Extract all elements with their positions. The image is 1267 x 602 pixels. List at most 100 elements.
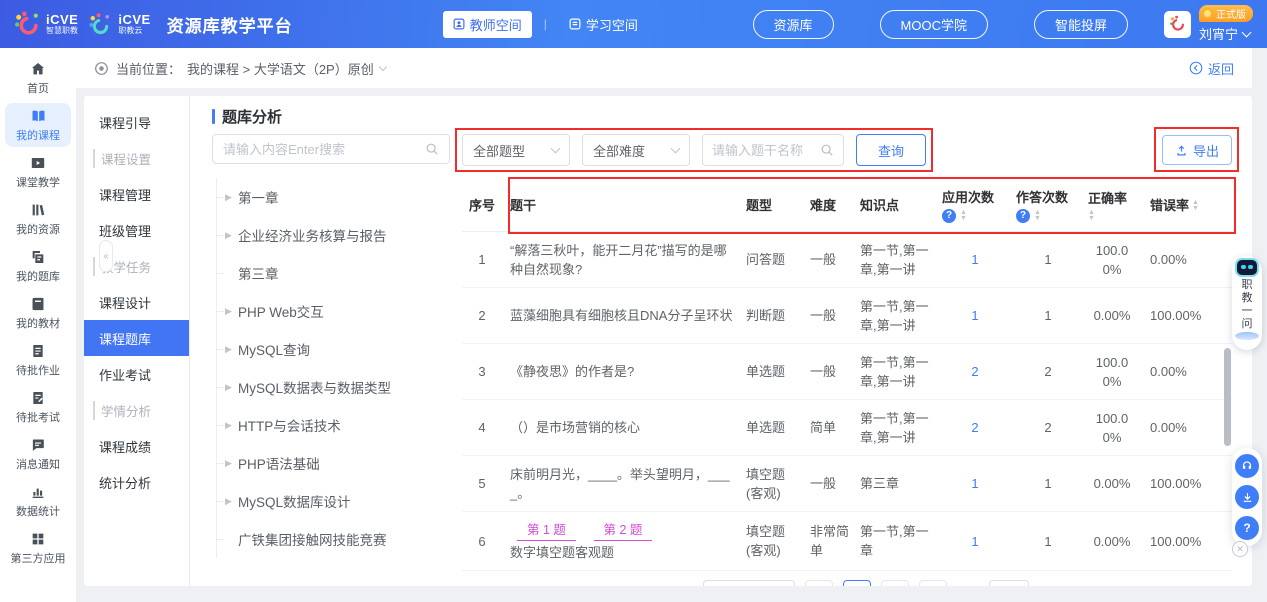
filter-group: 全部题型 全部难度 查询 bbox=[462, 134, 926, 166]
prev-page-button[interactable]: ‹ bbox=[805, 580, 833, 586]
apply-count-link[interactable]: 1 bbox=[971, 476, 978, 491]
chapter-node[interactable]: ▶MySQL数据表与数据类型 bbox=[225, 368, 450, 406]
logo-icve-zhihuizhijiao: iCVE 智慧职教 bbox=[14, 11, 78, 38]
question-table: 序号 题干 题型 难度 知识点 应用次数 ? ▲▼ bbox=[462, 180, 1232, 571]
sidebar-item-my-question-bank[interactable]: 我的题库 bbox=[5, 244, 71, 288]
page-button-1[interactable]: 1 bbox=[843, 580, 871, 586]
sidebar-item-my-courses[interactable]: 我的课程 bbox=[5, 103, 71, 147]
apply-count-link[interactable]: 2 bbox=[971, 420, 978, 435]
close-float-button[interactable]: ✕ bbox=[1232, 541, 1248, 557]
cell-difficulty: 一般 bbox=[810, 354, 860, 389]
apply-count-link[interactable]: 1 bbox=[971, 534, 978, 549]
cell-seq: 3 bbox=[462, 354, 510, 389]
logo-sub: 职教云 bbox=[118, 26, 150, 35]
vertical-scrollbar[interactable] bbox=[1224, 348, 1231, 446]
upload-icon bbox=[1175, 144, 1188, 157]
cell-error-rate: 0.00% bbox=[1150, 242, 1222, 277]
difficulty-select[interactable]: 全部难度 bbox=[582, 134, 690, 166]
nav-teacher-space[interactable]: 教师空间 bbox=[443, 11, 532, 38]
help-icon[interactable]: ? bbox=[1016, 209, 1030, 223]
export-button[interactable]: 导出 bbox=[1162, 135, 1232, 165]
chapter-node[interactable]: ▶企业经济业务核算与报告 bbox=[225, 216, 450, 254]
goto-page-input[interactable] bbox=[989, 580, 1029, 586]
query-button[interactable]: 查询 bbox=[856, 134, 926, 166]
sort-toggle[interactable]: ▲▼ bbox=[1034, 210, 1041, 222]
expand-caret-icon[interactable]: ▶ bbox=[225, 230, 232, 241]
sort-toggle[interactable]: ▲▼ bbox=[1192, 200, 1199, 212]
submenu-item-course-design[interactable]: 课程设计 bbox=[84, 284, 189, 320]
sidebar-item-data-statistics[interactable]: 数据统计 bbox=[5, 479, 71, 523]
search-icon[interactable] bbox=[425, 142, 439, 156]
question-type-select[interactable]: 全部题型 bbox=[462, 134, 570, 166]
stem-search-input[interactable] bbox=[712, 143, 820, 158]
sidebar-item-homework-to-grade[interactable]: 待批作业 bbox=[5, 338, 71, 382]
search-icon[interactable] bbox=[820, 143, 834, 157]
breadcrumb-path[interactable]: 我的课程 > 大学语文（2P）原创 bbox=[187, 59, 374, 78]
sidebar-item-message-notifications[interactable]: 消息通知 bbox=[5, 432, 71, 476]
quick-link-mooc[interactable]: MOOC学院 bbox=[880, 10, 988, 39]
quick-link-smart-cast[interactable]: 智能投屏 bbox=[1034, 10, 1128, 39]
assistant-label: 职教一问 bbox=[1241, 279, 1253, 331]
col-seq: 序号 bbox=[462, 197, 510, 214]
breadcrumb-prefix: 当前位置： bbox=[116, 59, 181, 78]
chapter-node[interactable]: ▶MySQL数据库设计 bbox=[225, 482, 450, 520]
apply-count-link[interactable]: 2 bbox=[971, 364, 978, 379]
cell-type: 填空题(客观) bbox=[746, 514, 810, 568]
expand-caret-icon[interactable]: ▶ bbox=[225, 420, 232, 431]
expand-caret-icon[interactable]: ▶ bbox=[225, 382, 232, 393]
expand-caret-icon[interactable]: ▶ bbox=[225, 306, 232, 317]
next-page-button[interactable]: › bbox=[919, 580, 947, 586]
apply-count-link[interactable]: 1 bbox=[971, 308, 978, 323]
submenu-item-homework-exams[interactable]: 作业考试 bbox=[84, 356, 189, 392]
collapse-icon: « bbox=[103, 251, 109, 262]
cell-seq: 2 bbox=[462, 298, 510, 333]
cell-answer-count: 2 bbox=[1016, 410, 1088, 445]
sidebar-item-my-resources[interactable]: 我的资源 bbox=[5, 197, 71, 241]
sidebar-item-exams-to-grade[interactable]: 待批考试 bbox=[5, 385, 71, 429]
table-row: 2 蓝藻细胞具有细胞核且DNA分子呈环状 判断题 一般 第一节,第一章,第一讲 … bbox=[462, 288, 1232, 344]
chapter-node[interactable]: ▶第一章 bbox=[225, 178, 450, 216]
apply-count-link[interactable]: 1 bbox=[971, 252, 978, 267]
download-button[interactable] bbox=[1235, 485, 1259, 509]
stem-blank-link[interactable]: 第 2 题 bbox=[594, 521, 653, 541]
page-button-2[interactable]: 2 bbox=[881, 580, 909, 586]
expand-caret-icon[interactable]: ▶ bbox=[225, 344, 232, 355]
sort-toggle[interactable]: ▲▼ bbox=[960, 210, 967, 222]
nav-student-space[interactable]: 学习空间 bbox=[559, 11, 648, 38]
expand-caret-icon[interactable]: ▶ bbox=[225, 496, 232, 507]
quick-link-resource-library[interactable]: 资源库 bbox=[753, 10, 834, 39]
chapter-node[interactable]: ▶PHP Web交互 bbox=[225, 292, 450, 330]
sidebar-item-classroom-teaching[interactable]: 课堂教学 bbox=[5, 150, 71, 194]
submenu-item-course-guide[interactable]: 课程引导 bbox=[84, 104, 189, 140]
submenu-item-course-management[interactable]: 课程管理 bbox=[84, 176, 189, 212]
sidebar-item-home[interactable]: 首页 bbox=[5, 56, 71, 100]
stem-blank-link[interactable]: 第 1 题 bbox=[517, 521, 576, 541]
chapter-node[interactable]: ▶HTTP与会话技术 bbox=[225, 406, 450, 444]
support-button[interactable] bbox=[1235, 454, 1259, 478]
question-bank-icon bbox=[30, 249, 46, 265]
nav-teacher-label: 教师空间 bbox=[470, 15, 522, 34]
breadcrumb-dropdown-icon[interactable] bbox=[378, 62, 386, 70]
page-size-select[interactable]: 10条/页 bbox=[703, 580, 795, 586]
submenu-item-statistical-analysis[interactable]: 统计分析 bbox=[84, 464, 189, 500]
help-button[interactable]: ? bbox=[1235, 516, 1259, 540]
submenu-item-course-question-bank[interactable]: 课程题库 bbox=[84, 320, 189, 356]
sidebar-item-third-party-apps[interactable]: 第三方应用 bbox=[5, 526, 71, 570]
chapter-search-input[interactable] bbox=[223, 142, 425, 157]
chapter-node[interactable]: ▶MySQL查询 bbox=[225, 330, 450, 368]
expand-caret-icon[interactable]: ▶ bbox=[225, 192, 232, 203]
sidebar-item-my-textbooks[interactable]: 我的教材 bbox=[5, 291, 71, 335]
assistant-widget[interactable]: 职教一问 bbox=[1232, 256, 1262, 350]
back-button[interactable]: 返回 bbox=[1189, 59, 1234, 78]
icve-swirl-logo-icon bbox=[14, 11, 41, 38]
chapter-node[interactable]: 广铁集团接触网技能竞赛 bbox=[225, 520, 450, 558]
submenu-item-course-grades[interactable]: 课程成绩 bbox=[84, 428, 189, 464]
help-icon[interactable]: ? bbox=[942, 209, 956, 223]
submenu-collapse-handle[interactable]: « bbox=[99, 240, 113, 272]
expand-caret-icon[interactable]: ▶ bbox=[225, 458, 232, 469]
user-menu[interactable]: 正式版 刘宵宁 bbox=[1164, 5, 1253, 43]
sort-toggle[interactable]: ▲▼ bbox=[1088, 210, 1095, 222]
chapter-node[interactable]: 第三章 bbox=[225, 254, 450, 292]
chapter-node[interactable]: ▶PHP语法基础 bbox=[225, 444, 450, 482]
table-row: 6 第 1 题 第 2 题 数字填空题客观题 填空题(客观) 非常简单 第一节,… bbox=[462, 512, 1232, 571]
